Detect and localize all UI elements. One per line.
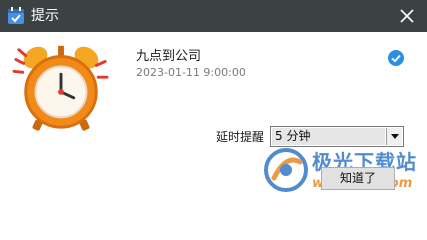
chevron-down-icon [391,134,399,139]
checkmark-circle-icon[interactable] [388,50,404,66]
reminder-datetime: 2023-01-11 9:00:00 [136,66,246,79]
watermark-logo [264,148,308,192]
snooze-selected-value: 5 分钟 [272,128,385,145]
snooze-label: 延时提醒 [216,130,265,144]
close-button[interactable] [387,0,427,32]
alarm-clock-icon [12,45,109,131]
reminder-title: 九点到公司 [136,49,202,64]
close-icon [400,9,414,23]
title-bar: 提示 [0,0,427,32]
dropdown-arrow-button[interactable] [386,128,402,145]
acknowledge-button[interactable]: 知道了 [321,167,395,190]
calendar-check-icon [6,6,26,26]
window-title: 提示 [31,8,59,24]
snooze-dropdown[interactable]: 5 分钟 [270,126,404,147]
